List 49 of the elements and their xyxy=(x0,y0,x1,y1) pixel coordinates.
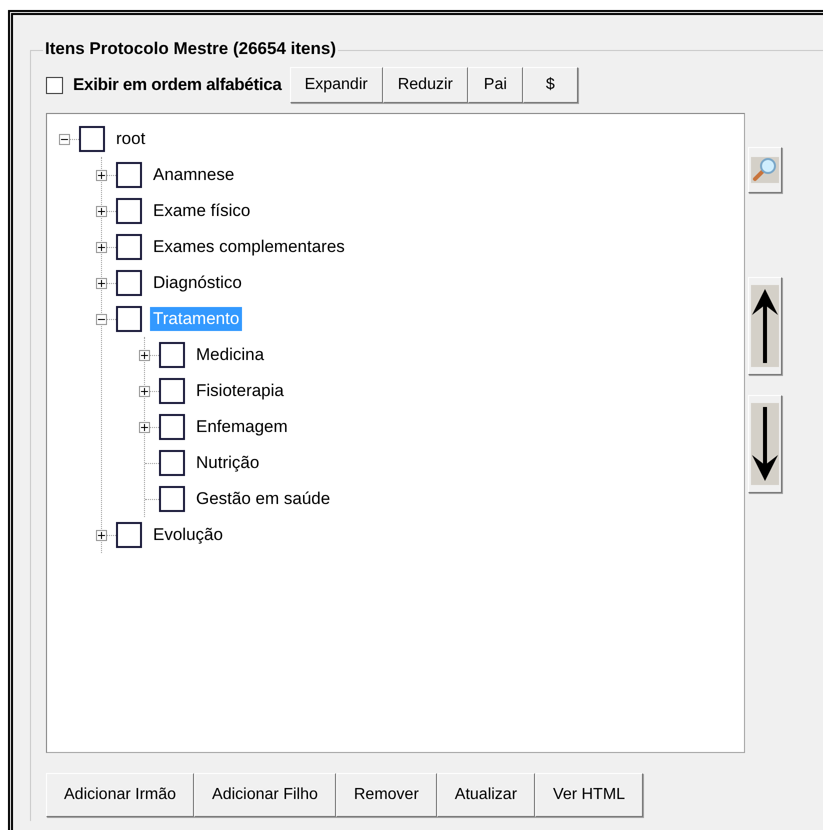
tree-item[interactable]: Nutrição xyxy=(193,451,262,475)
tree-checkbox[interactable] xyxy=(116,306,142,332)
tree-item[interactable]: Medicina xyxy=(193,343,268,367)
tree-checkbox[interactable] xyxy=(159,378,185,404)
tree-checkbox[interactable] xyxy=(116,162,142,188)
action-button[interactable]: Adicionar Filho xyxy=(194,773,336,817)
tree-item[interactable]: Enfemagem xyxy=(193,415,291,439)
action-button[interactable]: Ver HTML xyxy=(535,773,644,817)
expand-icon[interactable] xyxy=(139,422,150,432)
action-button[interactable]: Remover xyxy=(336,773,437,817)
tree-checkbox[interactable] xyxy=(159,486,185,512)
tree-item[interactable]: Fisioterapia xyxy=(193,379,287,403)
expand-icon[interactable] xyxy=(96,242,107,252)
tree-item[interactable]: Exame físico xyxy=(150,199,254,223)
tree-item[interactable]: Anamnese xyxy=(150,163,238,187)
search-button[interactable] xyxy=(748,147,782,193)
tree-checkbox[interactable] xyxy=(116,270,142,296)
expand-icon[interactable] xyxy=(139,386,150,396)
tree-item[interactable]: root xyxy=(113,127,148,151)
expand-icon[interactable] xyxy=(96,170,107,180)
checkbox-label: Exibir em ordem alfabética xyxy=(73,75,282,95)
tree-item[interactable]: Diagnóstico xyxy=(150,271,245,295)
move-down-button[interactable] xyxy=(748,395,782,493)
toolbar-button[interactable]: Pai xyxy=(468,67,523,103)
toolbar-button[interactable]: Reduzir xyxy=(382,67,468,103)
action-button[interactable]: Adicionar Irmão xyxy=(46,773,194,817)
tree-item[interactable]: Evolução xyxy=(150,523,226,547)
move-up-button[interactable] xyxy=(748,277,782,375)
expand-icon[interactable] xyxy=(96,206,107,216)
action-button[interactable]: Atualizar xyxy=(436,773,536,817)
tree-checkbox[interactable] xyxy=(159,342,185,368)
tree-checkbox[interactable] xyxy=(159,414,185,440)
collapse-icon[interactable] xyxy=(96,314,107,324)
checkbox[interactable] xyxy=(46,76,63,94)
expand-icon[interactable] xyxy=(139,350,150,360)
tree-checkbox[interactable] xyxy=(79,126,105,152)
expand-icon[interactable] xyxy=(96,278,107,288)
tree-item[interactable]: Exames complementares xyxy=(150,235,348,259)
tree-checkbox[interactable] xyxy=(116,234,142,260)
tree-item[interactable]: Gestão em saúde xyxy=(193,487,334,511)
toolbar-button[interactable]: $ xyxy=(522,67,578,103)
tree-checkbox[interactable] xyxy=(116,522,142,548)
toolbar-button[interactable]: Expandir xyxy=(290,67,383,103)
group-title: Itens Protocolo Mestre (26654 itens) xyxy=(43,39,338,59)
tree-checkbox[interactable] xyxy=(116,198,142,224)
expand-icon[interactable] xyxy=(96,530,107,540)
tree-checkbox[interactable] xyxy=(159,450,185,476)
search-icon xyxy=(751,157,779,183)
collapse-icon[interactable] xyxy=(59,134,70,144)
